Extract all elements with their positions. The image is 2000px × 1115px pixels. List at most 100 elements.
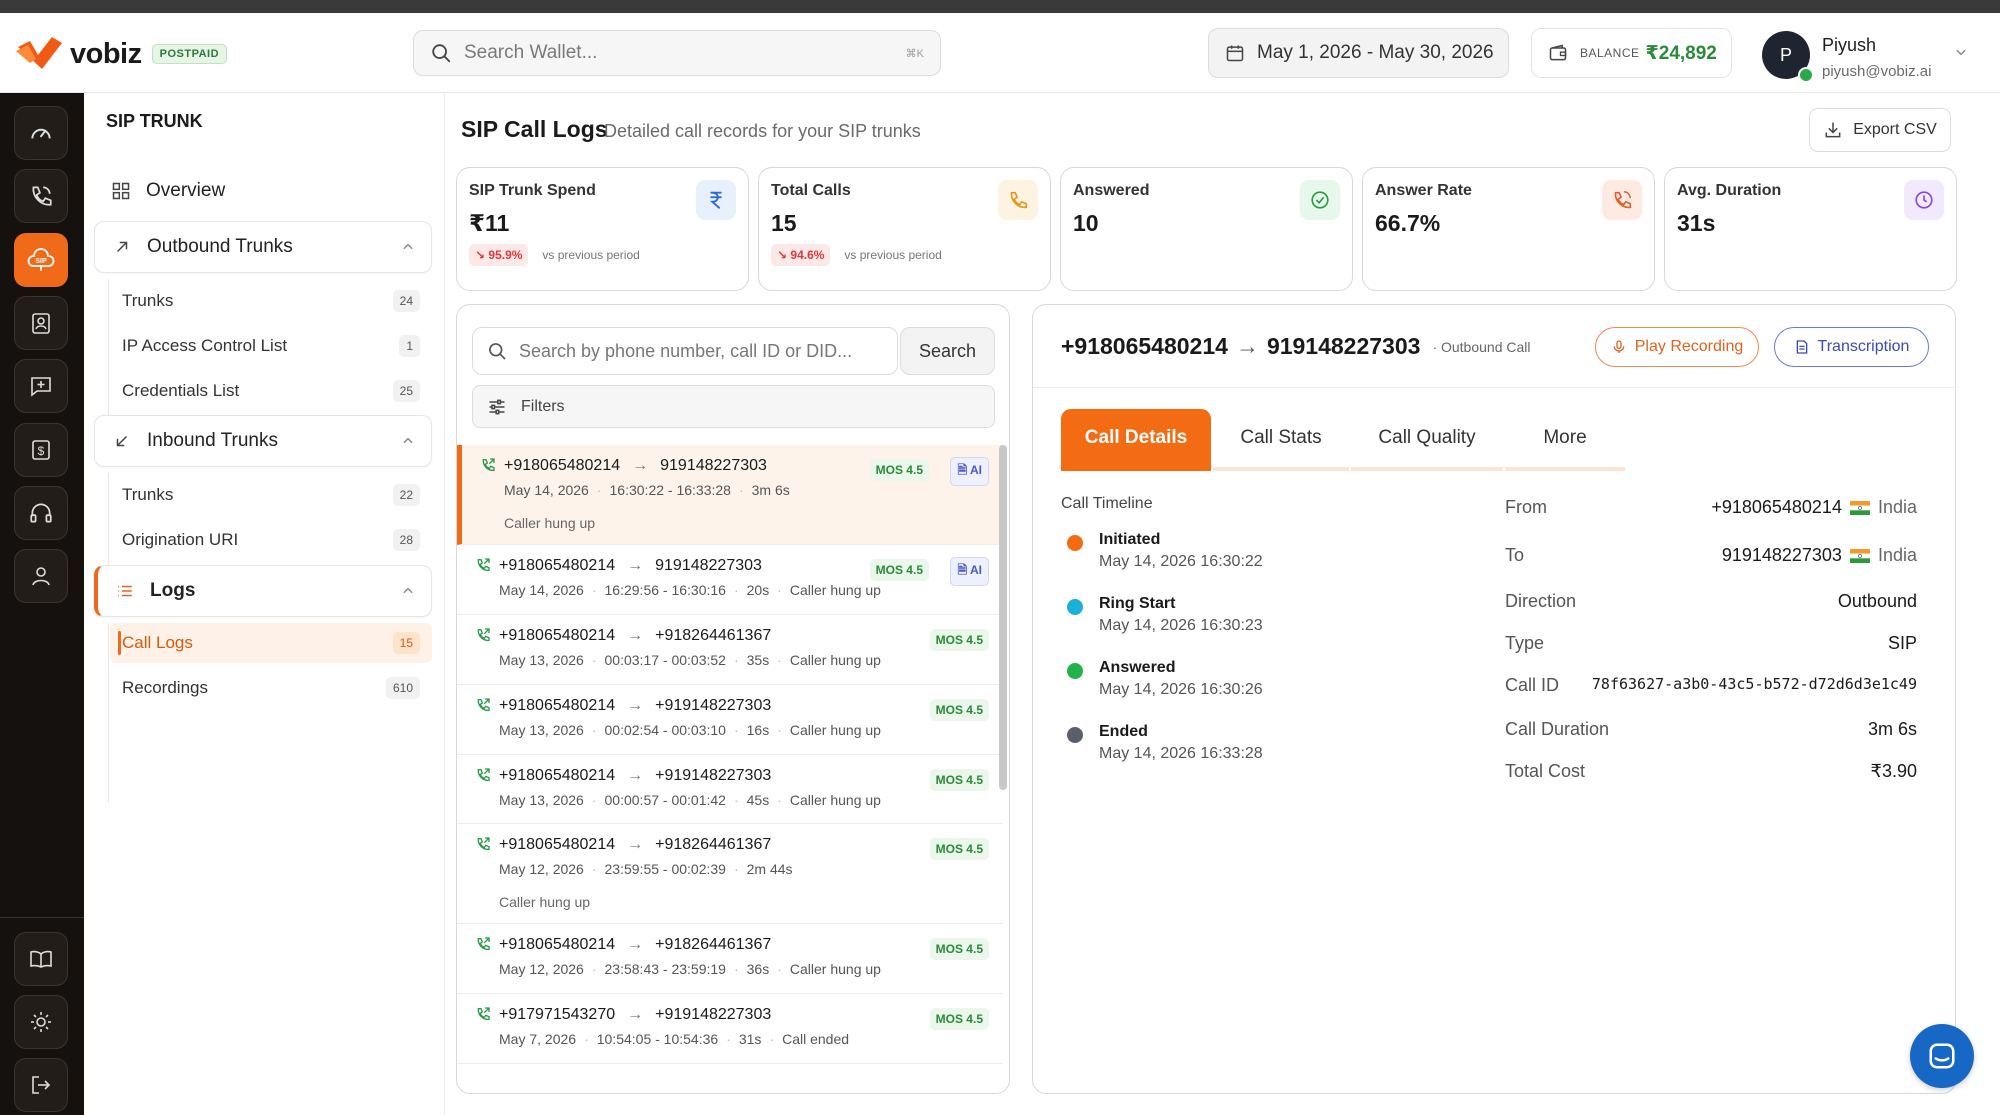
stat-card-total-calls: Total Calls 15 ↘ 94.6% vs previous period (758, 167, 1051, 291)
field-to: To 919148227303 India (1505, 545, 1917, 575)
call-log-row[interactable]: +918065480214 → +919148227303 May 13, 2026 ·… (457, 685, 1003, 755)
tab-more[interactable]: More (1505, 409, 1625, 471)
logout-icon[interactable] (14, 1058, 68, 1112)
book-icon[interactable] (14, 932, 68, 986)
transcription-button[interactable]: Transcription (1774, 327, 1929, 367)
to-number: +918264461367 (655, 627, 772, 644)
timeline-event-time: May 14, 2026 16:30:26 (1099, 681, 1263, 698)
field-value: SIP (1887, 633, 1917, 653)
count-badge: 15 (392, 632, 420, 654)
headset-icon[interactable] (14, 486, 68, 540)
from-number: +918065480214 (504, 457, 621, 474)
tab-call-stats[interactable]: Call Stats (1213, 409, 1349, 471)
separator-dot: · (591, 652, 597, 668)
call-log-row[interactable]: +918065480214 → +918264461367 May 12, 2026 ·… (457, 924, 1003, 994)
call-log-row[interactable]: +918065480214 → +919148227303 May 13, 2026 ·… (457, 755, 1003, 824)
mos-badge: MOS 4.5 (929, 1008, 989, 1030)
clock-icon (1904, 180, 1944, 220)
india-flag-icon (1849, 500, 1870, 515)
sidebar-item-outbound-trunks[interactable]: Trunks 24 (110, 281, 432, 321)
phone-ring-icon (1602, 180, 1642, 220)
sip-trunk-sidebar: SIP TRUNK Overview Outbound Trunks Trunk… (84, 93, 445, 1115)
balance-widget[interactable]: BALANCE ₹24,892 (1531, 28, 1732, 78)
field-value[interactable]: 78f63627-a3b0-43c5-b572-d72d6d3e1c49 (1592, 675, 1917, 693)
download-icon (1825, 122, 1841, 138)
separator-dot: · (769, 1031, 775, 1047)
count-badge: 610 (385, 677, 420, 699)
from-number: +918065480214 (499, 557, 616, 574)
call-log-row[interactable]: +918065480214 → 919148227303 May 14, 2026 · 1… (457, 545, 1003, 615)
scrollbar[interactable] (999, 445, 1007, 790)
contacts-icon[interactable] (14, 296, 68, 350)
sidebar-group-inbound-trunks[interactable]: Inbound Trunks (94, 415, 432, 467)
date-range-picker[interactable]: May 1, 2026 - May 30, 2026 (1208, 28, 1509, 78)
call-log-row[interactable]: +918065480214 → +918264461367 May 12, 2026 ·… (457, 824, 1003, 924)
call-end-reason: Caller hung up (789, 652, 881, 668)
mos-badge: MOS 4.5 (929, 838, 989, 860)
sidebar-item-recordings[interactable]: Recordings 610 (110, 668, 432, 708)
phone-icon (998, 180, 1038, 220)
call-duration: 3m 6s (751, 482, 790, 498)
tab-call-details[interactable]: Call Details (1061, 409, 1211, 471)
tree-line (108, 623, 109, 803)
sidebar-item-ip-access-control-list[interactable]: IP Access Control List 1 (110, 326, 432, 366)
timeline-dot-icon (1067, 535, 1083, 551)
user-icon[interactable] (14, 549, 68, 603)
wallet-search-input[interactable]: Search Wallet... ⌘K (413, 30, 941, 76)
phone-icon[interactable] (14, 169, 68, 223)
stat-compare-text: vs previous period (542, 248, 640, 262)
search-button[interactable]: Search (900, 327, 995, 375)
separator-dot: · (726, 1031, 731, 1047)
mos-badge: MOS 4.5 (929, 629, 989, 651)
sidebar-item-credentials-list[interactable]: Credentials List 25 (110, 371, 432, 411)
timeline-title: Call Timeline (1061, 495, 1153, 512)
from-number: +918065480214 (499, 936, 616, 953)
billing-icon[interactable]: $ (14, 423, 68, 477)
count-badge: 1 (399, 335, 420, 357)
transcription-label: Transcription (1817, 338, 1910, 355)
chat-support-button[interactable] (1910, 1024, 1974, 1088)
brand-logo[interactable]: vobiz POSTPAID (16, 37, 228, 71)
call-log-row[interactable]: +917971543270 → +919148227303 May 7, 2026 · 1… (457, 994, 1003, 1064)
sidebar-item-label: Trunks (122, 485, 174, 504)
calendar-icon (1226, 45, 1244, 62)
sidebar-item-overview[interactable]: Overview (96, 173, 434, 209)
sidebar-group-logs[interactable]: Logs (94, 565, 432, 617)
call-duration: 2m 44s (746, 861, 793, 877)
sidebar-item-call-logs[interactable]: Call Logs 15 (110, 623, 432, 663)
page-title: SIP Call Logs (461, 116, 608, 142)
user-menu[interactable]: P Piyush piyush@vobiz.ai (1762, 27, 1992, 83)
call-log-row[interactable]: +918065480214 → +918264461367 May 13, 2026 ·… (457, 615, 1003, 685)
call-numbers: +917971543270 → +919148227303 (499, 1006, 771, 1024)
balance-value: ₹24,892 (1645, 42, 1717, 64)
grid-icon (110, 180, 132, 202)
sip-trunk-icon[interactable]: SIP (14, 233, 68, 287)
balance-label: BALANCE (1580, 46, 1640, 60)
stat-change: ↘ 94.6% vs previous period (771, 244, 942, 266)
shortcut-hint: ⌘K (905, 47, 924, 60)
sidebar-group-outbound-trunks[interactable]: Outbound Trunks (94, 221, 432, 273)
sun-icon[interactable] (14, 995, 68, 1049)
call-search-input[interactable]: Search by phone number, call ID or DID..… (472, 327, 898, 375)
svg-text:SIP: SIP (35, 258, 47, 265)
play-recording-button[interactable]: Play Recording (1595, 327, 1759, 367)
export-csv-button[interactable]: Export CSV (1809, 108, 1951, 152)
sidebar-item-origination-uri[interactable]: Origination URI 28 (110, 520, 432, 560)
field-from: From +918065480214 India (1505, 497, 1917, 527)
call-end-reason: Caller hung up (789, 961, 881, 977)
filters-button[interactable]: Filters (472, 385, 995, 428)
separator-dot: · (591, 792, 597, 808)
stat-card-trunk-spend: SIP Trunk Spend ₹11 ↘ 95.9% vs previous p… (456, 167, 749, 291)
sidebar-item-inbound-trunks[interactable]: Trunks 22 (110, 475, 432, 515)
separator-dot: · (733, 961, 739, 977)
dashboard-icon[interactable] (14, 106, 68, 160)
brand-name: vobiz (70, 37, 142, 70)
field-label: Call ID (1505, 675, 1560, 695)
tab-call-quality[interactable]: Call Quality (1351, 409, 1503, 471)
detail-from-number: +918065480214 (1061, 333, 1228, 359)
mos-badge: MOS 4.5 (929, 699, 989, 721)
icon-rail: SIP $ (0, 93, 84, 1115)
message-icon[interactable] (14, 359, 68, 413)
separator-dot: · (591, 961, 597, 977)
call-log-row[interactable]: +918065480214 → 919148227303 May 14, 2026 · 1… (457, 445, 1003, 545)
